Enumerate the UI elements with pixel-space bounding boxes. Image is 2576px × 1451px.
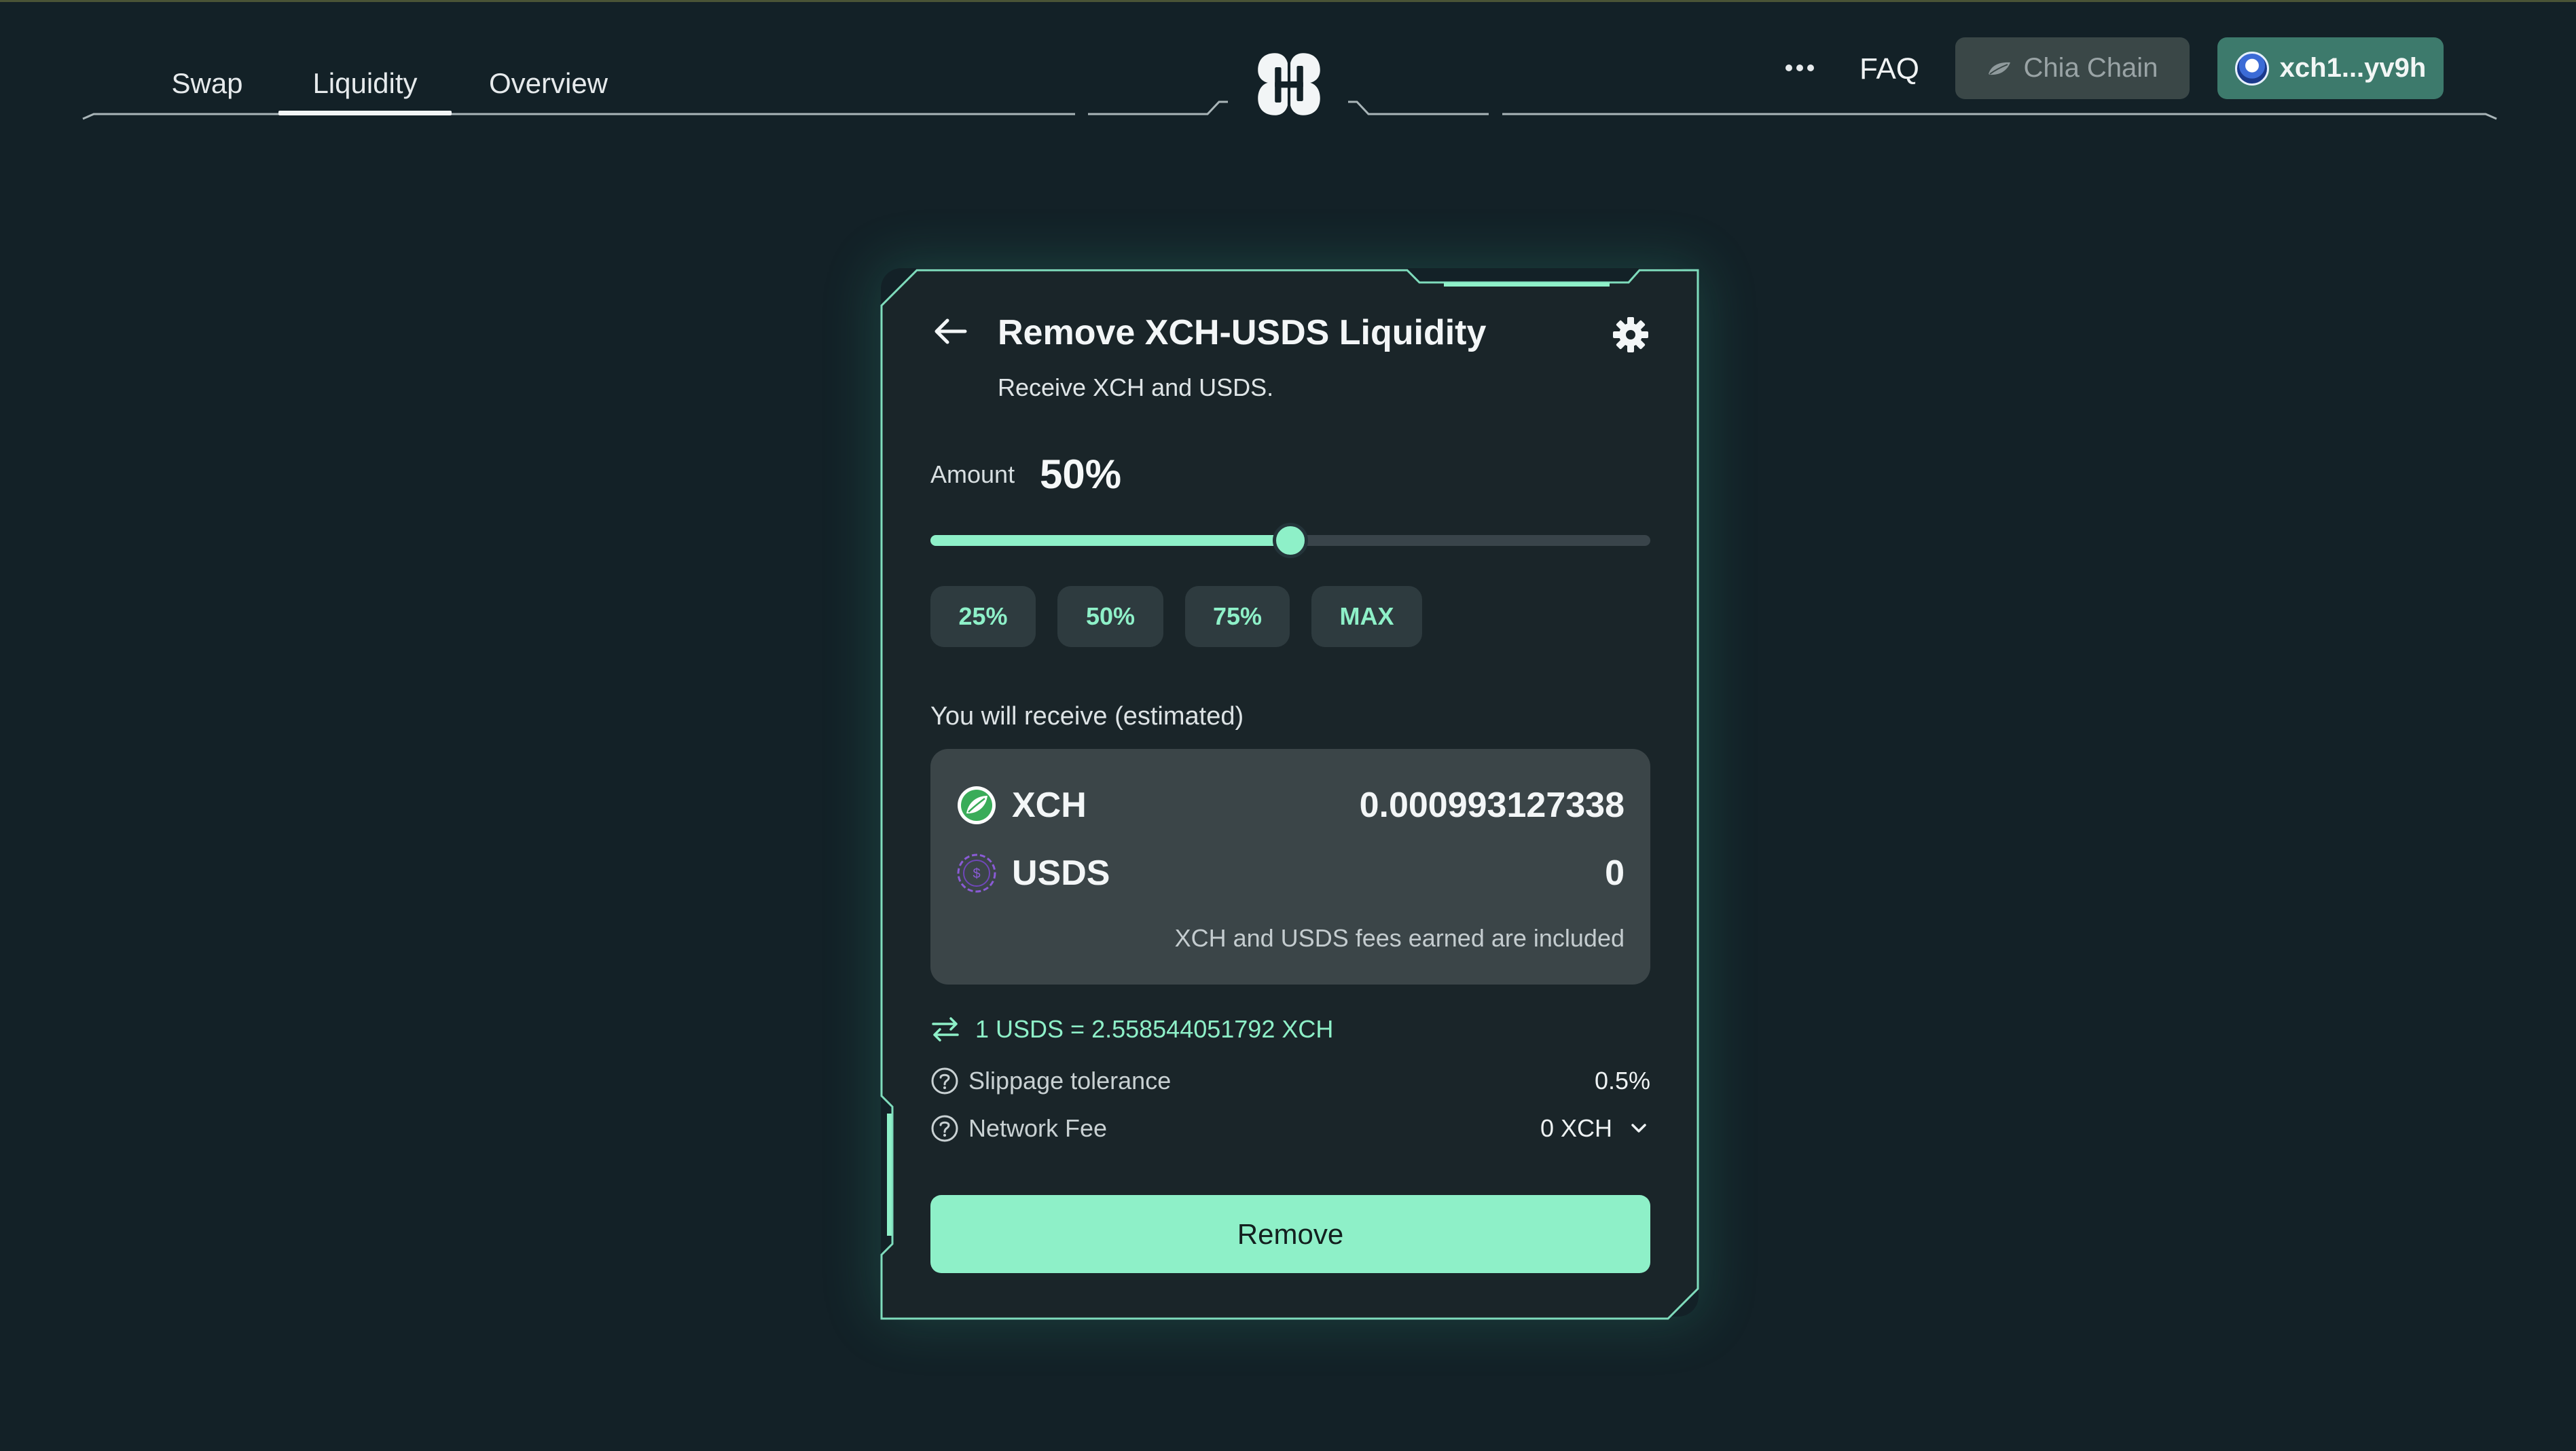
usds-token-icon: $ — [957, 853, 996, 893]
xch-token-icon — [958, 786, 996, 824]
tab-swap[interactable]: Swap — [170, 53, 244, 114]
chain-label: Chia Chain — [2023, 53, 2158, 83]
exchange-rate-text: 1 USDS = 2.558544051792 XCH — [975, 1015, 1334, 1043]
amount-value: 50% — [1040, 452, 1122, 497]
wallet-address: xch1...yv9h — [2279, 53, 2427, 83]
token-amount: 0 — [1605, 853, 1625, 893]
token-symbol: XCH — [1012, 786, 1087, 825]
token-row-xch: XCH 0.000993127338 — [956, 782, 1625, 829]
remove-liquidity-card: Remove XCH-USDS Liquidity Receive XCH an… — [881, 270, 1699, 1316]
page: Swap Liquidity Overview FAQ Chia Chain x… — [0, 0, 2576, 1451]
slippage-value: 0.5% — [1594, 1067, 1650, 1095]
wallet-avatar-icon — [2234, 51, 2269, 86]
slider-fill — [930, 535, 1290, 546]
svg-text:$: $ — [973, 866, 980, 881]
network-fee-value: 0 XCH — [1540, 1114, 1612, 1142]
question-circle-icon[interactable] — [930, 1114, 959, 1143]
fees-note: XCH and USDS fees earned are included — [1174, 924, 1625, 952]
question-circle-icon[interactable] — [930, 1067, 959, 1095]
slippage-label: Slippage tolerance — [968, 1067, 1172, 1095]
percent-max-button[interactable]: MAX — [1311, 586, 1422, 647]
slippage-row: Slippage tolerance 0.5% — [930, 1063, 1650, 1099]
percent-buttons: 25% 50% 75% MAX — [930, 586, 1444, 647]
token-row-usds: $ USDS 0 — [956, 849, 1625, 897]
swap-arrows-icon — [932, 1017, 959, 1042]
remove-button[interactable]: Remove — [930, 1195, 1650, 1273]
receive-box: XCH 0.000993127338 $ USDS 0 XCH and USDS… — [930, 749, 1650, 985]
percent-75-button[interactable]: 75% — [1185, 586, 1290, 647]
chevron-down-icon[interactable] — [1627, 1117, 1650, 1140]
slider-thumb[interactable] — [1273, 523, 1308, 558]
card-subtitle: Receive XCH and USDS. — [998, 373, 1274, 401]
tab-liquidity[interactable]: Liquidity — [278, 53, 452, 115]
network-fee-value-wrap: 0 XCH — [1540, 1114, 1650, 1143]
network-fee-row: Network Fee 0 XCH — [930, 1110, 1650, 1147]
chia-leaf-icon — [1988, 62, 2010, 75]
card-title: Remove XCH-USDS Liquidity — [998, 313, 1487, 352]
receive-label: You will receive (estimated) — [930, 702, 1244, 731]
exchange-rate[interactable]: 1 USDS = 2.558544051792 XCH — [930, 1014, 1333, 1044]
amount-label: Amount — [930, 460, 1015, 488]
amount-slider[interactable] — [930, 523, 1650, 558]
percent-50-button[interactable]: 50% — [1057, 586, 1163, 647]
chain-button[interactable]: Chia Chain — [1955, 37, 2190, 99]
hashgreen-logo-icon[interactable] — [1254, 49, 1324, 120]
more-dots-icon[interactable] — [1779, 48, 1820, 88]
gear-icon[interactable] — [1612, 316, 1650, 354]
arrow-left-icon[interactable] — [931, 312, 969, 350]
token-amount: 0.000993127338 — [1359, 786, 1625, 825]
network-fee-label: Network Fee — [968, 1114, 1108, 1142]
wallet-button[interactable]: xch1...yv9h — [2217, 37, 2444, 99]
faq-link[interactable]: FAQ — [1860, 49, 1919, 90]
percent-25-button[interactable]: 25% — [930, 586, 1036, 647]
token-symbol: USDS — [1012, 853, 1110, 893]
tab-overview[interactable]: Overview — [486, 53, 611, 114]
main-nav: Swap Liquidity Overview — [170, 53, 611, 115]
